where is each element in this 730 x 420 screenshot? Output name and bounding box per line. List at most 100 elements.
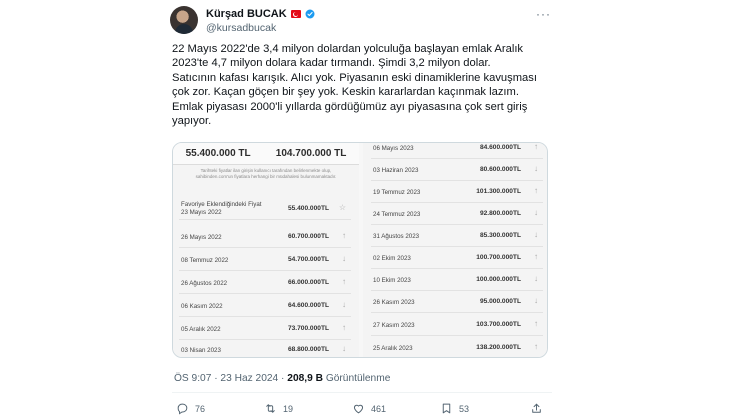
price-row-date: 26 Kasım 2023	[373, 299, 415, 306]
star-icon: ☆	[338, 203, 346, 212]
like-button[interactable]: 461	[352, 402, 386, 415]
author-handle[interactable]: @kursadbucak	[206, 22, 276, 34]
tweet-text-line: 2023'te 4,7 milyon dolara kadar tırmandı…	[172, 57, 491, 70]
price-history-left-panel: 55.400.000 TL 104.700.000 TL Tarihteki f…	[173, 143, 359, 357]
bookmark-count: 53	[459, 403, 470, 414]
price-row: 25 Aralık 2023 138.200.000TL ↑	[371, 337, 543, 357]
price-row: 31 Ağustos 2023 85.300.000TL ↓	[371, 225, 543, 247]
more-options-icon[interactable]: ···	[536, 7, 551, 21]
tweet-text-line: Emlak piyasası 2000'li yıllarda gördüğüm…	[172, 100, 528, 113]
price-row-date: 25 Aralık 2023	[373, 345, 413, 352]
share-icon	[532, 403, 541, 413]
price-row-value: 100.700.000TL	[476, 254, 521, 261]
tweet-text-line: yapıyor.	[172, 115, 212, 128]
price-row-date: 19 Temmuz 2023	[373, 189, 421, 196]
avatar[interactable]	[170, 6, 198, 34]
price-row-date: 06 Mayıs 2023	[373, 145, 414, 152]
arrow-down-icon: ↓	[534, 274, 538, 283]
retweet-icon	[266, 404, 275, 413]
price-row-value: 68.800.000TL	[287, 346, 329, 353]
price-row-value: 92.800.000TL	[479, 210, 521, 217]
verified-badge-icon	[305, 9, 315, 19]
price-row-date: 31 Ağustos 2023	[373, 233, 420, 240]
price-row: 03 Haziran 2023 80.600.000TL ↓	[371, 159, 543, 181]
arrow-down-icon: ↓	[534, 208, 538, 217]
arrow-up-icon: ↑	[534, 252, 538, 261]
price-summary: 55.400.000 TL 104.700.000 TL	[173, 143, 359, 165]
heart-icon	[353, 404, 364, 414]
arrow-up-icon: ↑	[534, 142, 538, 151]
price-row-label: Favoriye Eklendiğindeki Fiyat	[181, 201, 262, 208]
price-row-value: 66.000.000TL	[287, 279, 329, 286]
price-row-date: 06 Kasım 2022	[181, 303, 223, 310]
price-row-date: 02 Ekim 2023	[373, 255, 411, 262]
price-row: 02 Ekim 2023 100.700.000TL ↑	[371, 247, 543, 269]
bookmark-icon	[442, 403, 451, 414]
arrow-down-icon: ↓	[342, 344, 346, 353]
price-row-value: 73.700.000TL	[287, 325, 329, 332]
bookmark-button[interactable]: 53	[440, 402, 469, 415]
price-row-value: 101.300.000TL	[476, 188, 521, 195]
retweet-button[interactable]: 19	[264, 402, 293, 415]
price-row-date: 05 Aralık 2022	[181, 326, 221, 333]
price-row-date: 10 Ekim 2023	[373, 277, 411, 284]
price-row-value: 100.000.000TL	[476, 276, 521, 283]
price-row-date: 08 Temmuz 2022	[181, 257, 229, 264]
tweet-actions: 76 19 461 53	[160, 402, 570, 418]
arrow-down-icon: ↓	[534, 164, 538, 173]
price-row-date: 26 Mayıs 2022	[181, 234, 222, 241]
price-row: 03 Nisan 2023 68.800.000TL ↓	[179, 339, 351, 357]
price-row-value: 55.400.000TL	[287, 205, 329, 212]
price-row: 27 Kasım 2023 103.700.000TL ↑	[371, 314, 543, 336]
price-row-date: 03 Haziran 2023	[373, 167, 419, 174]
price-row: 06 Kasım 2022 64.600.000TL ↓	[179, 295, 351, 317]
price-row-value: 138.200.000TL	[476, 344, 521, 351]
turkey-flag-icon	[290, 10, 301, 18]
price-row: 24 Temmuz 2023 92.800.000TL ↓	[371, 203, 543, 225]
price-row: 26 Kasım 2023 95.000.000TL ↓	[371, 291, 543, 313]
arrow-up-icon: ↑	[342, 231, 346, 240]
price-row: 19 Temmuz 2023 101.300.000TL ↑	[371, 181, 543, 203]
tweet-text: 22 Mayıs 2022'de 3,4 milyon dolardan yol…	[172, 42, 562, 128]
price-row-value: 64.600.000TL	[287, 302, 329, 309]
price-row-value: 54.700.000TL	[287, 256, 329, 263]
price-row-value: 103.700.000TL	[476, 321, 521, 328]
price-row-value: 60.700.000TL	[287, 233, 329, 240]
tweet-text-line: çok zor. Kaçan göçen bir şey yok. Keskin…	[172, 86, 519, 99]
price-row-date: 23 Mayıs 2022	[181, 208, 222, 216]
reply-button[interactable]: 76	[176, 402, 205, 415]
author-name[interactable]: Kürşad BUCAK	[206, 8, 287, 20]
post-time[interactable]: ÖS 9:07 · 23 Haz 2024 ·	[174, 373, 284, 384]
price-row-date: 24 Temmuz 2023	[373, 211, 421, 218]
arrow-up-icon: ↑	[342, 277, 346, 286]
tweet-text-line: Satıcının kafası karışık. Alıcı yok. Piy…	[172, 71, 537, 84]
like-count: 461	[371, 403, 387, 414]
tweet-text-line: 22 Mayıs 2022'de 3,4 milyon dolardan yol…	[172, 43, 524, 55]
price-row-value: 84.600.000TL	[479, 144, 521, 151]
peak-price: 104.700.000 TL	[275, 148, 347, 159]
price-history-right-panel: 06 Mayıs 2023 84.600.000TL ↑ 03 Haziran …	[363, 142, 547, 357]
price-row-date: 03 Nisan 2023	[181, 347, 221, 354]
tweet-header: Kürşad BUCAK @kursadbucak ···	[160, 3, 570, 37]
disclaimer-note: Tarihteki fiyatlar ilan girişin kullanıc…	[195, 168, 337, 179]
price-row-value: 95.000.000TL	[479, 298, 521, 305]
reply-icon	[177, 403, 188, 415]
arrow-up-icon: ↑	[534, 342, 538, 351]
share-button[interactable]	[530, 402, 543, 415]
price-row: 26 Mayıs 2022 60.700.000TL ↑	[179, 226, 351, 248]
price-row-value: 85.300.000TL	[479, 232, 521, 239]
tweet-metadata: ÖS 9:07 · 23 Haz 2024 · 208,9 B Görüntül…	[174, 373, 390, 384]
retweet-count: 19	[283, 403, 294, 414]
arrow-up-icon: ↑	[534, 319, 538, 328]
view-count: 208,9 B	[287, 373, 323, 384]
price-row: 08 Temmuz 2022 54.700.000TL ↓	[179, 249, 351, 271]
current-price: 55.400.000 TL	[185, 148, 251, 159]
reply-count: 76	[195, 403, 206, 414]
tweet-media[interactable]: 55.400.000 TL 104.700.000 TL Tarihteki f…	[172, 142, 548, 358]
divider	[172, 392, 552, 393]
views-label: Görüntülenme	[325, 373, 391, 384]
price-row-value: 80.600.000TL	[479, 166, 521, 173]
arrow-down-icon: ↓	[534, 296, 538, 305]
price-row: 10 Ekim 2023 100.000.000TL ↓	[371, 269, 543, 291]
author-name-line: Kürşad BUCAK	[206, 8, 315, 20]
